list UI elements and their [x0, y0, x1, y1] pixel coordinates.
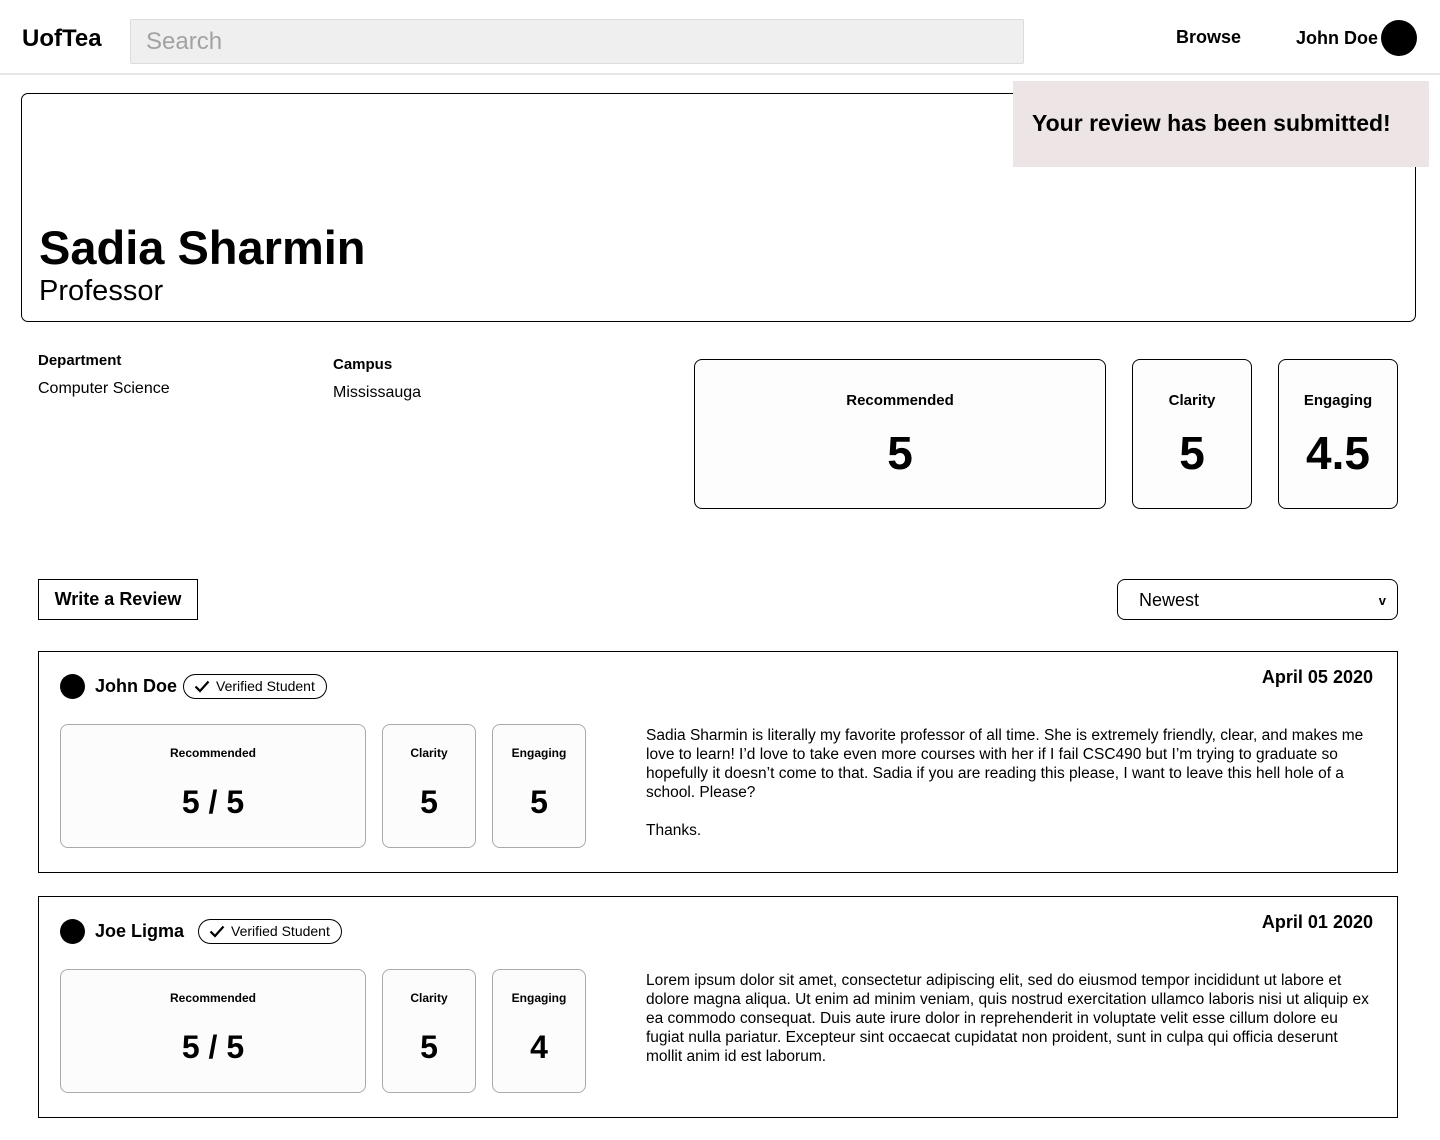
review-paragraph: Lorem ipsum dolor sit amet, consectetur …	[646, 972, 1369, 1065]
professor-title: Professor	[39, 275, 164, 307]
review-engaging-label: Engaging	[511, 991, 567, 1005]
reviewer-avatar	[60, 674, 85, 699]
chevron-down-icon: v	[1378, 593, 1386, 608]
review-recommended-card: Recommended 5 / 5	[60, 969, 366, 1093]
review-clarity-card: Clarity 5	[382, 969, 476, 1093]
review-clarity-label: Clarity	[410, 746, 448, 760]
site-logo[interactable]: UofTea	[22, 25, 102, 53]
summary-clarity-label: Clarity	[1168, 392, 1216, 409]
review-recommended-label: Recommended	[169, 746, 257, 760]
reviewer-name: John Doe	[95, 676, 178, 696]
department-label: Department	[38, 352, 122, 369]
review-recommended-card: Recommended 5 / 5	[60, 724, 366, 848]
review-engaging-value: 4	[530, 1029, 548, 1065]
verified-badge-label: Verified Student	[231, 923, 330, 939]
review-clarity-card: Clarity 5	[382, 724, 476, 848]
verified-student-badge: Verified Student	[198, 919, 342, 944]
professor-name: Sadia Sharmin	[39, 221, 366, 274]
review-paragraph: Sadia Sharmin is literally my favorite p…	[646, 727, 1364, 801]
review-clarity-label: Clarity	[410, 991, 448, 1005]
summary-recommended-label: Recommended	[846, 392, 954, 409]
review-recommended-label: Recommended	[169, 991, 257, 1005]
top-navbar: UofTea Browse John Doe	[0, 0, 1440, 75]
review-date: April 05 2020	[1261, 667, 1373, 687]
review-paragraph: Thanks.	[646, 822, 702, 839]
review-engaging-value: 5	[530, 784, 548, 820]
summary-recommended-card: Recommended 5	[694, 359, 1106, 509]
summary-recommended-value: 5	[887, 427, 913, 479]
campus-label: Campus	[333, 356, 393, 373]
summary-engaging-value: 4.5	[1306, 427, 1370, 479]
reviewer-avatar	[60, 919, 85, 944]
review-clarity-value: 5	[420, 784, 438, 820]
review-engaging-card: Engaging 4	[492, 969, 586, 1093]
summary-engaging-card: Engaging 4.5	[1278, 359, 1398, 509]
summary-engaging-label: Engaging	[1303, 392, 1373, 409]
browse-link[interactable]: Browse	[1176, 27, 1241, 48]
search-input[interactable]	[130, 19, 1024, 64]
review-body: Sadia Sharmin is literally my favorite p…	[646, 726, 1376, 859]
review-body: Lorem ipsum dolor sit amet, consectetur …	[646, 971, 1376, 1085]
review-submitted-toast: Your review has been submitted!	[1013, 81, 1429, 167]
campus-value: Mississauga	[333, 384, 422, 401]
review-card: John Doe Verified Student April 05 2020 …	[38, 651, 1398, 873]
review-clarity-value: 5	[420, 1029, 438, 1065]
review-date: April 01 2020	[1261, 912, 1373, 932]
verified-badge-label: Verified Student	[216, 678, 315, 694]
review-recommended-value: 5 / 5	[181, 784, 245, 820]
verified-student-badge: Verified Student	[183, 674, 327, 699]
user-menu-name[interactable]: John Doe	[1296, 28, 1378, 49]
checkmark-icon	[209, 925, 225, 938]
summary-clarity-card: Clarity 5	[1132, 359, 1252, 509]
review-recommended-value: 5 / 5	[181, 1029, 245, 1065]
summary-clarity-value: 5	[1179, 427, 1205, 479]
review-engaging-label: Engaging	[511, 746, 567, 760]
write-review-button[interactable]: Write a Review	[38, 579, 198, 620]
sort-selected-value: Newest	[1139, 590, 1200, 610]
reviewer-name: Joe Ligma	[95, 921, 185, 941]
user-avatar[interactable]	[1381, 20, 1417, 56]
sort-dropdown[interactable]: Newest v	[1117, 579, 1398, 620]
checkmark-icon	[194, 680, 210, 693]
review-card: Joe Ligma Verified Student April 01 2020…	[38, 896, 1398, 1118]
review-engaging-card: Engaging 5	[492, 724, 586, 848]
department-value: Computer Science	[38, 380, 170, 397]
